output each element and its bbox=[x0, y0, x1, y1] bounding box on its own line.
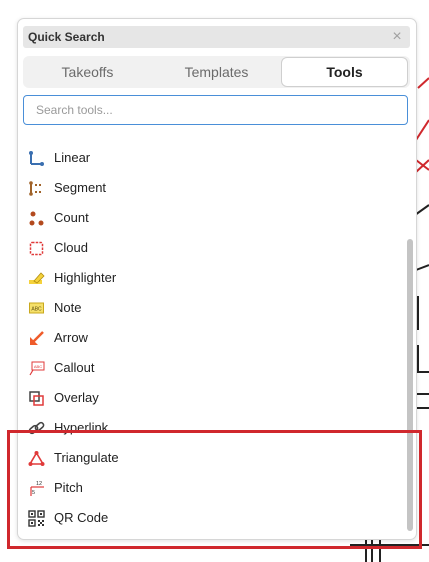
tool-label: Callout bbox=[54, 360, 95, 375]
tool-label: Linear bbox=[54, 150, 91, 165]
tool-label: Segment bbox=[54, 180, 107, 195]
tool-label: Cloud bbox=[54, 240, 88, 255]
screen: Quick Search × Takeoffs Templates Tools … bbox=[0, 0, 429, 562]
pitch-icon-side-text: 5 bbox=[32, 490, 35, 496]
tool-item-note[interactable]: ABC Note bbox=[18, 293, 398, 323]
tool-item-pitch[interactable]: 12 5 Pitch bbox=[18, 473, 398, 503]
tool-label: Pitch bbox=[54, 480, 83, 495]
search-input[interactable] bbox=[23, 95, 408, 125]
panel-title: Quick Search bbox=[28, 30, 105, 44]
panel-titlebar: Quick Search × bbox=[23, 26, 410, 48]
tool-label: Highlighter bbox=[54, 270, 117, 285]
tool-item-linear[interactable]: Linear bbox=[18, 143, 398, 173]
quick-search-panel: Quick Search × Takeoffs Templates Tools … bbox=[17, 18, 417, 540]
tool-item-qr-code[interactable]: QR Code bbox=[18, 503, 398, 533]
callout-icon-text: ABC bbox=[34, 364, 42, 369]
tool-label: Arrow bbox=[54, 330, 88, 345]
tool-label: Note bbox=[54, 300, 82, 315]
tool-list: Linear Segment Count Cloud Highlighter A… bbox=[18, 143, 408, 533]
arrow-icon bbox=[30, 331, 44, 345]
note-icon: ABC bbox=[29, 302, 44, 314]
tool-item-highlighter[interactable]: Highlighter bbox=[18, 263, 398, 293]
scrollbar[interactable] bbox=[407, 239, 413, 531]
tab-takeoffs[interactable]: Takeoffs bbox=[25, 58, 150, 86]
note-icon-text: ABC bbox=[31, 307, 42, 313]
hyperlink-icon bbox=[28, 421, 45, 435]
tool-item-overlay[interactable]: Overlay bbox=[18, 383, 398, 413]
tool-item-arrow[interactable]: Arrow bbox=[18, 323, 398, 353]
tab-tools[interactable]: Tools bbox=[281, 57, 408, 87]
pitch-icon-top-text: 12 bbox=[36, 481, 42, 487]
linear-icon bbox=[29, 151, 44, 166]
cloud-icon bbox=[29, 241, 44, 256]
overlay-icon bbox=[29, 391, 44, 406]
tool-item-hyperlink[interactable]: Hyperlink bbox=[18, 413, 398, 443]
tool-item-segment[interactable]: Segment bbox=[18, 173, 398, 203]
highlighter-icon bbox=[29, 272, 45, 284]
tool-label: Overlay bbox=[54, 390, 99, 405]
tool-item-triangulate[interactable]: Triangulate bbox=[18, 443, 398, 473]
scrollbar-thumb[interactable] bbox=[407, 239, 413, 531]
callout-icon: ABC bbox=[29, 361, 45, 376]
count-icon bbox=[29, 211, 44, 226]
segment-icon bbox=[29, 181, 43, 196]
qr-code-icon bbox=[28, 510, 45, 527]
tool-item-callout[interactable]: ABC Callout bbox=[18, 353, 398, 383]
tool-label: QR Code bbox=[54, 510, 109, 525]
tab-bar: Takeoffs Templates Tools bbox=[23, 56, 410, 88]
triangulate-icon bbox=[28, 451, 45, 466]
tool-label: Hyperlink bbox=[54, 420, 109, 435]
close-icon[interactable]: × bbox=[388, 27, 406, 47]
pitch-icon: 12 5 bbox=[30, 481, 44, 496]
tool-label: Triangulate bbox=[54, 450, 119, 465]
tool-label: Count bbox=[54, 210, 89, 225]
tool-item-cloud[interactable]: Cloud bbox=[18, 233, 398, 263]
tool-item-count[interactable]: Count bbox=[18, 203, 398, 233]
tab-templates[interactable]: Templates bbox=[154, 58, 279, 86]
